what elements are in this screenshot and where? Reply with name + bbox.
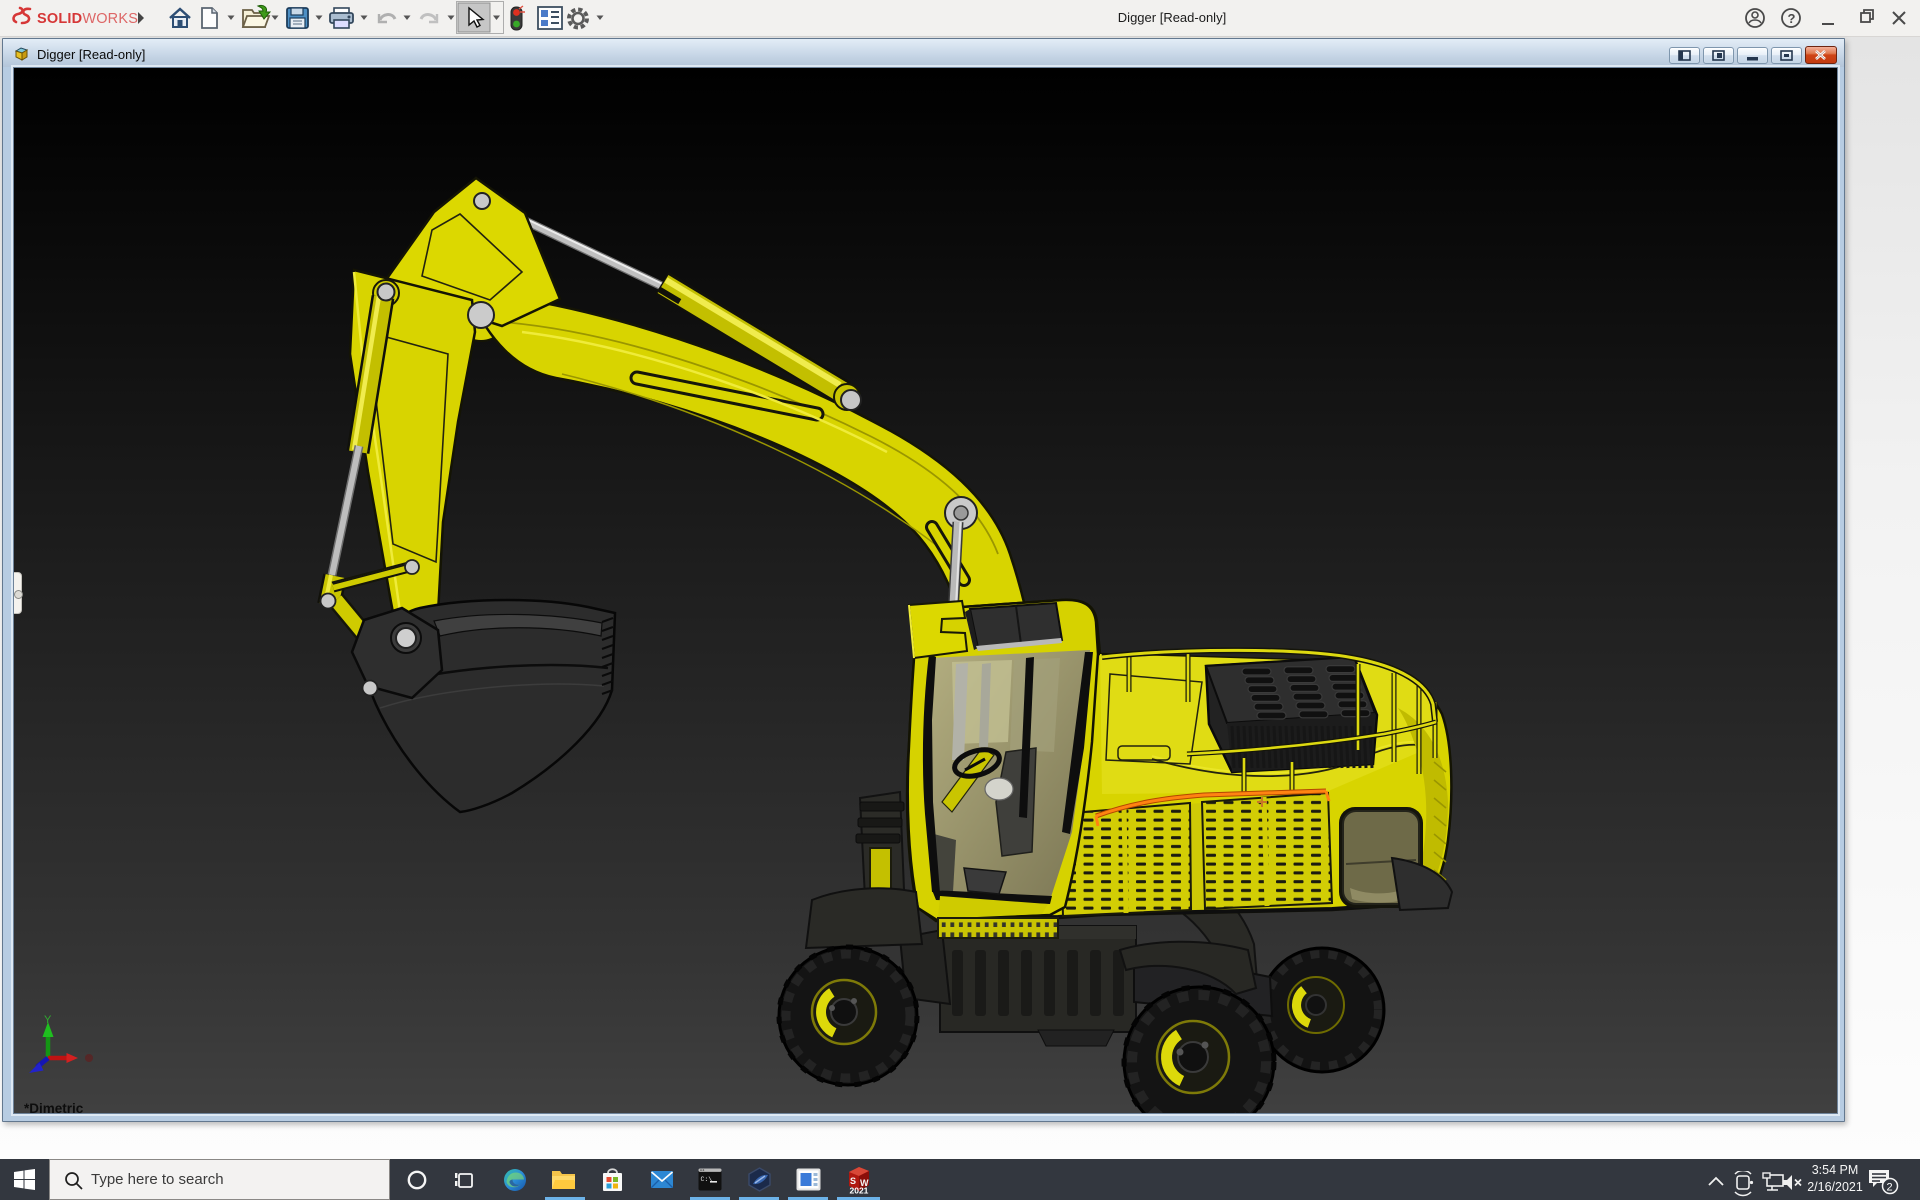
svg-text:SOLIDWORKS: SOLIDWORKS [37,11,138,27]
svg-text:Y: Y [44,1014,52,1026]
svg-text:?: ? [1788,11,1796,26]
svg-text:2021: 2021 [850,1186,869,1195]
svg-text:S: S [850,1176,856,1186]
svg-text:*Dimetric: *Dimetric [24,1101,84,1114]
svg-text:2: 2 [1887,1182,1893,1194]
